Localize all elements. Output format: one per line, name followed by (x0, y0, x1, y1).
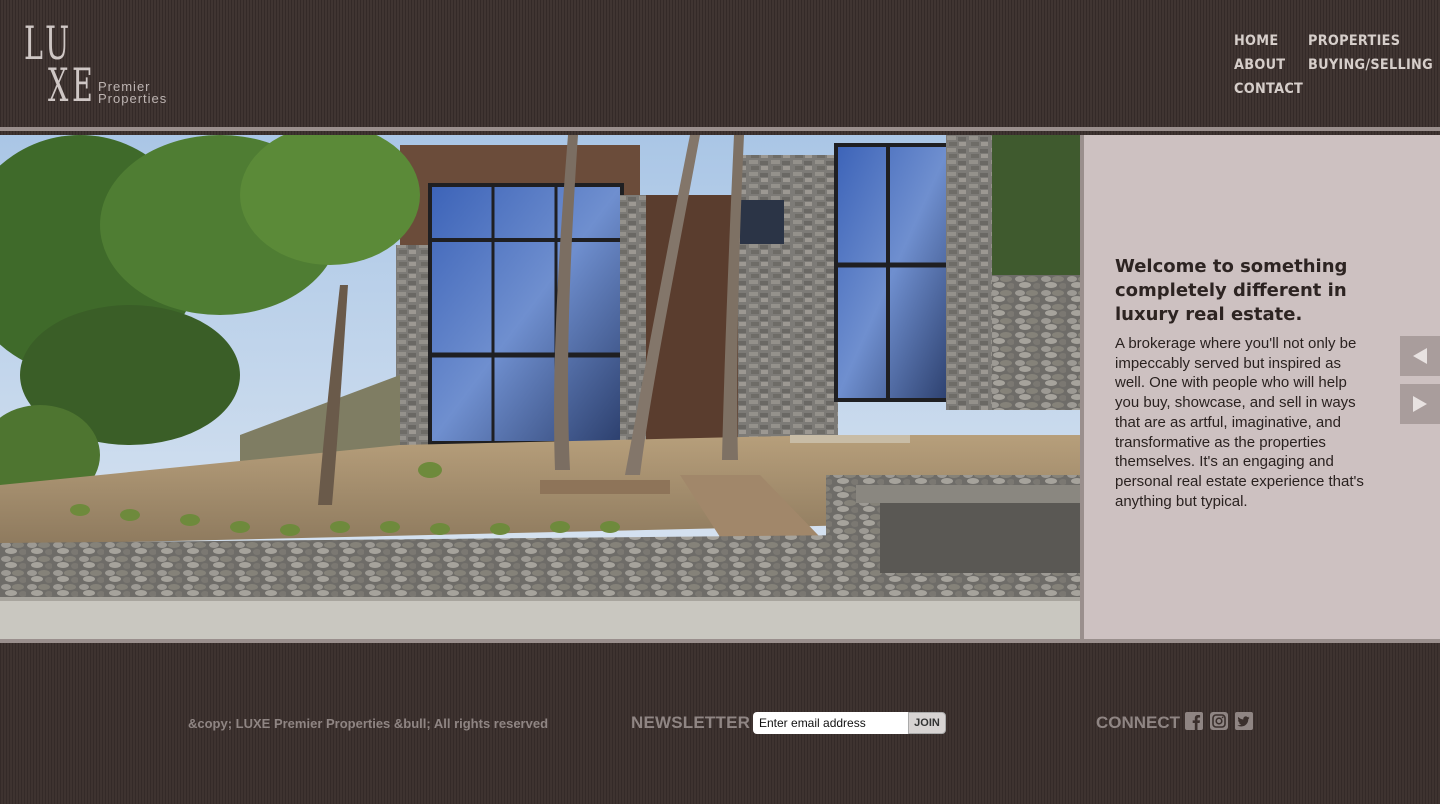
connect-label: CONNECT (1096, 713, 1181, 732)
facebook-icon[interactable] (1185, 712, 1203, 730)
slider-prev-button[interactable] (1400, 336, 1440, 376)
triangle-right-icon (1413, 396, 1427, 412)
hero-section: Welcome to something completely differen… (0, 135, 1440, 643)
twitter-icon[interactable] (1235, 712, 1253, 730)
site-footer: &copy; LUXE Premier Properties &bull; Al… (0, 643, 1440, 804)
nav-contact[interactable]: CONTACT (1234, 81, 1303, 97)
nav-home[interactable]: HOME (1234, 33, 1278, 49)
newsletter-join-button[interactable]: JOIN (908, 712, 946, 734)
site-header: LU XE Premier Properties HOME PROPERTIES… (0, 0, 1440, 131)
nav-buying-selling[interactable]: BUYING/SELLING (1308, 57, 1433, 73)
modern-stone-house-image (0, 135, 1080, 639)
luxe-logo[interactable]: LU XE Premier Properties (24, 20, 184, 110)
triangle-left-icon (1413, 348, 1427, 364)
newsletter-label: NEWSLETTER (631, 713, 751, 732)
newsletter-email-input[interactable] (753, 712, 909, 734)
welcome-heading: Welcome to something completely differen… (1115, 256, 1348, 325)
slider-next-button[interactable] (1400, 384, 1440, 424)
hero-house-photo (0, 135, 1080, 639)
main-nav: HOME PROPERTIES ABOUT BUYING/SELLING CON… (1234, 33, 1434, 113)
copyright-text: &copy; LUXE Premier Properties &bull; Al… (188, 716, 549, 731)
welcome-body: A brokerage where you'll not only be imp… (1115, 335, 1364, 510)
instagram-icon[interactable] (1210, 712, 1228, 730)
welcome-panel: Welcome to something completely differen… (1084, 135, 1440, 639)
logo-xe: XE (48, 58, 97, 112)
nav-properties[interactable]: PROPERTIES (1308, 33, 1400, 49)
nav-about[interactable]: ABOUT (1234, 57, 1285, 73)
logo-subtitle-properties: Properties (98, 91, 168, 106)
